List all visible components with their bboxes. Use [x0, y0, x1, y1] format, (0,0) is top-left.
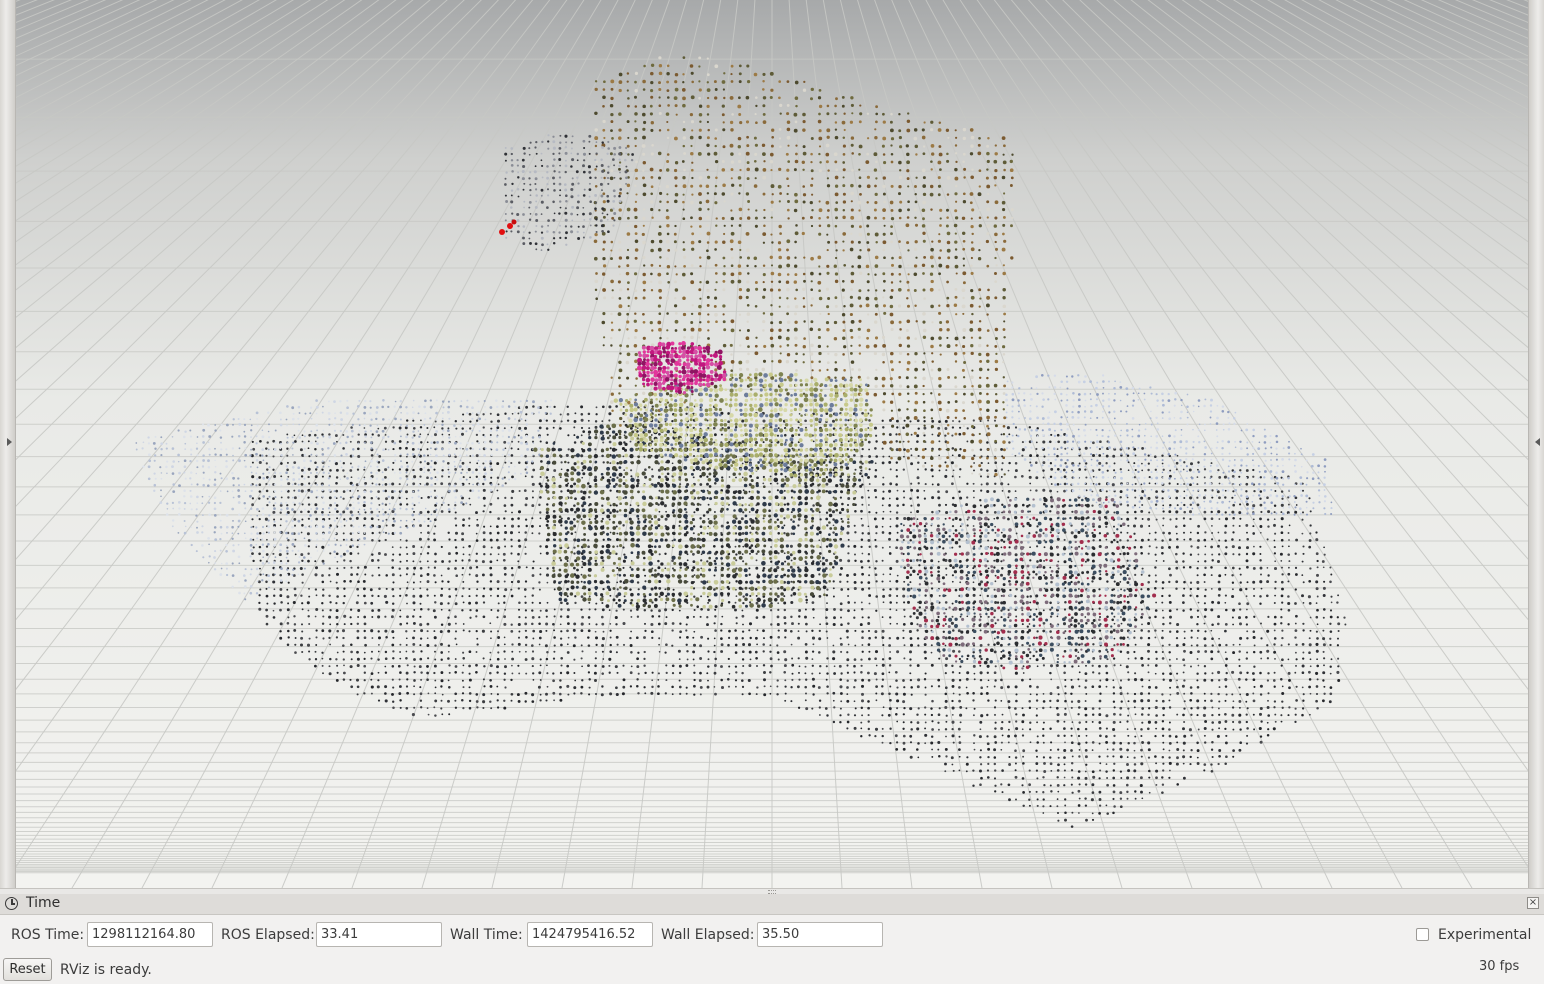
ros-elapsed-field[interactable]	[316, 922, 442, 947]
experimental-label: Experimental	[1438, 927, 1532, 943]
clock-icon	[5, 897, 18, 910]
ros-elapsed-label: ROS Elapsed:	[221, 927, 315, 943]
ros-time-field[interactable]	[87, 922, 213, 947]
wall-elapsed-field[interactable]	[757, 922, 883, 947]
wall-time-field[interactable]	[527, 922, 653, 947]
expand-left-arrow-icon	[7, 438, 12, 446]
wall-time-label: Wall Time:	[450, 927, 523, 943]
status-bar: Reset RViz is ready. 30 fps	[0, 955, 1544, 984]
experimental-checkbox[interactable]	[1416, 928, 1429, 941]
right-dock-collapse-handle[interactable]	[1528, 0, 1544, 888]
fps-counter: 30 fps	[1479, 959, 1520, 974]
time-panel-title: Time	[26, 895, 61, 911]
wall-elapsed-label: Wall Elapsed:	[661, 927, 755, 943]
close-panel-icon[interactable]: ×	[1527, 897, 1539, 909]
left-dock-collapse-handle[interactable]	[0, 0, 16, 888]
time-panel-header: Time ×	[0, 894, 1544, 915]
status-message: RViz is ready.	[60, 962, 152, 978]
ros-time-label: ROS Time:	[11, 927, 85, 943]
expand-right-arrow-icon	[1535, 438, 1540, 446]
reset-button[interactable]: Reset	[3, 958, 52, 981]
point-cloud-scene	[16, 0, 1528, 888]
time-panel-row: ROS Time: ROS Elapsed: Wall Time: Wall E…	[0, 915, 1544, 955]
3d-render-viewport[interactable]	[16, 0, 1528, 888]
